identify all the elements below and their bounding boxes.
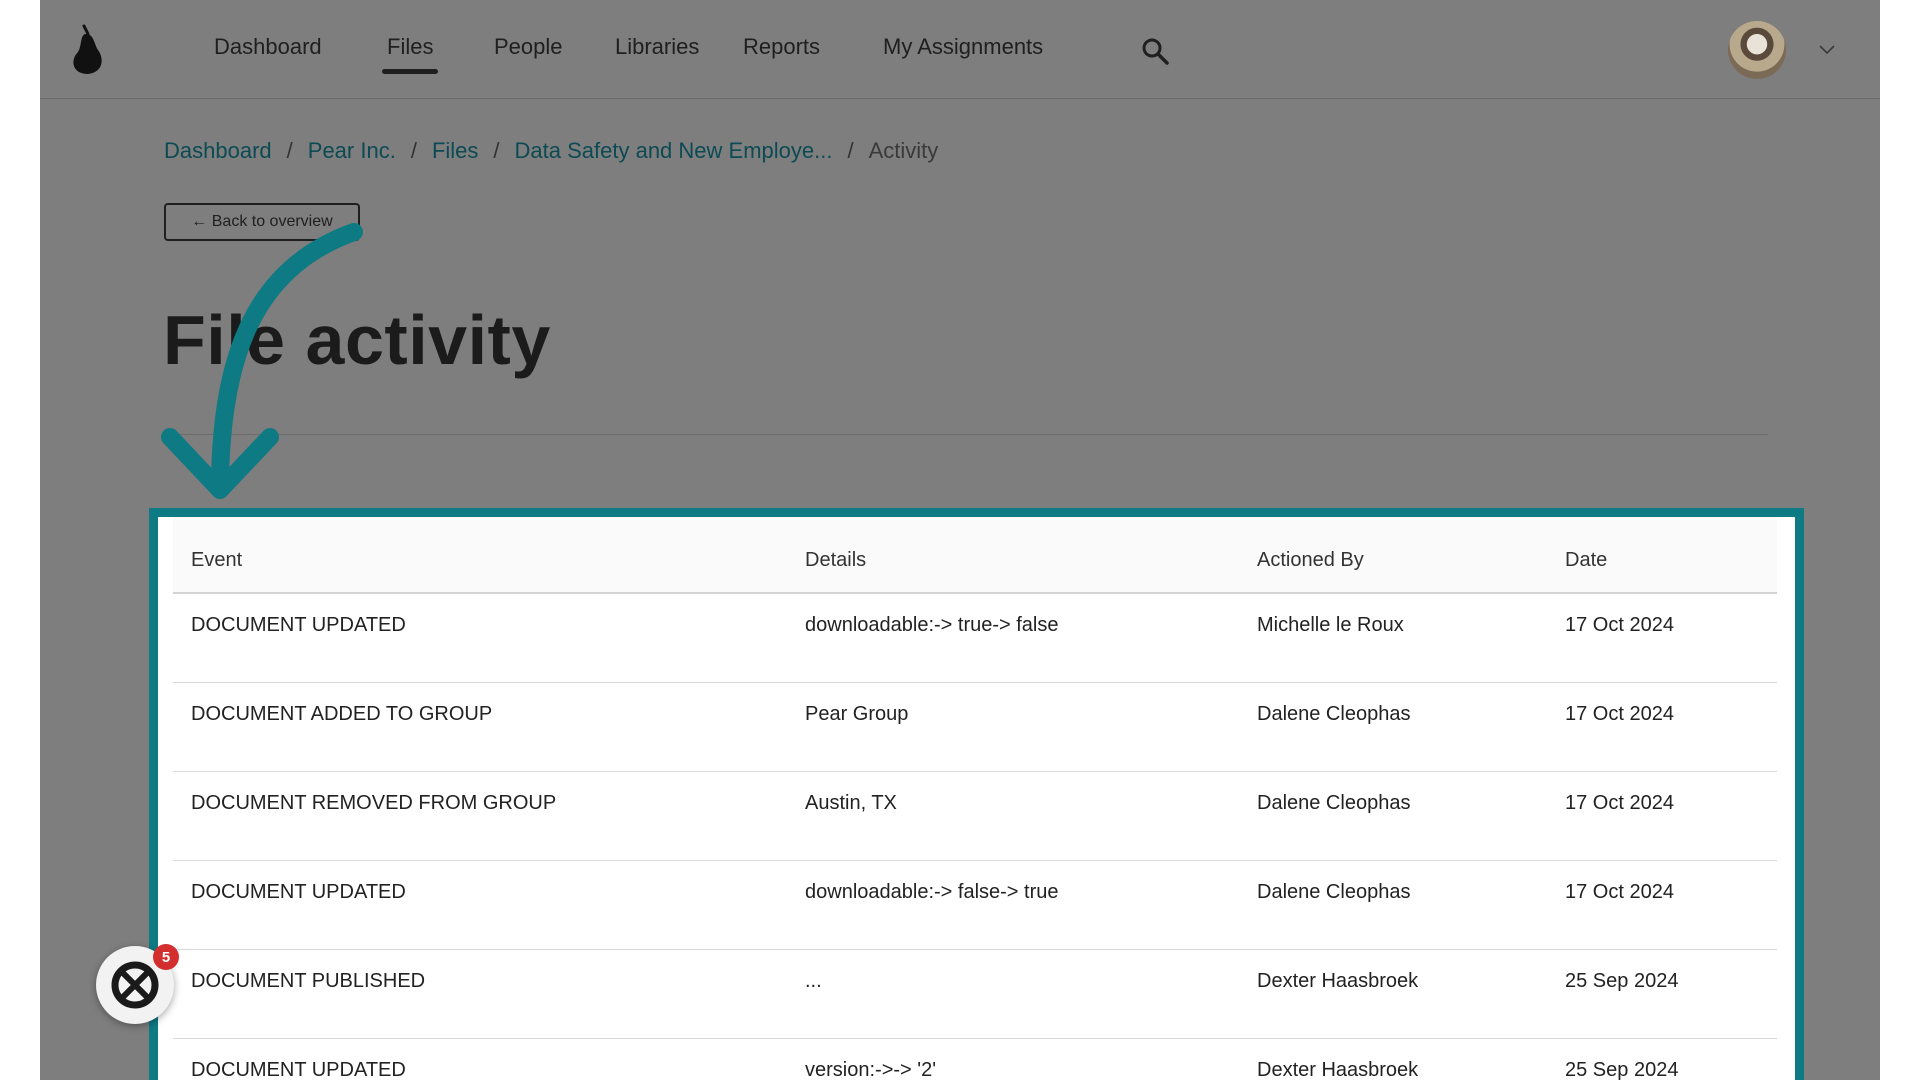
search-icon[interactable] bbox=[1140, 36, 1170, 66]
breadcrumb-dashboard[interactable]: Dashboard bbox=[164, 138, 272, 164]
cell-event: DOCUMENT PUBLISHED bbox=[191, 970, 426, 992]
nav-libraries[interactable]: Libraries bbox=[615, 34, 699, 60]
breadcrumb-current: Activity bbox=[868, 138, 939, 163]
breadcrumb-document[interactable]: Data Safety and New Employe... bbox=[515, 138, 833, 164]
notification-badge: 5 bbox=[153, 944, 179, 970]
cell-event: DOCUMENT REMOVED FROM GROUP bbox=[191, 792, 557, 814]
nav-files[interactable]: Files bbox=[381, 34, 439, 74]
nav-dashboard[interactable]: Dashboard bbox=[214, 34, 322, 60]
cell-event: DOCUMENT UPDATED bbox=[191, 881, 406, 903]
cell-details: version:->-> '2' bbox=[805, 1059, 937, 1080]
cell-date: 25 Sep 2024 bbox=[1565, 1059, 1679, 1080]
app-frame: Dashboard Files People Libraries Reports… bbox=[40, 0, 1880, 1080]
table-row: DOCUMENT ADDED TO GROUP Pear Group Dalen… bbox=[173, 683, 1777, 772]
back-to-overview-button[interactable]: ← Back to overview bbox=[164, 203, 360, 241]
header-details: Details bbox=[805, 549, 867, 571]
header-date: Date bbox=[1565, 549, 1608, 571]
cell-actioned-by: Michelle le Roux bbox=[1257, 614, 1404, 636]
breadcrumb-files[interactable]: Files bbox=[432, 138, 478, 164]
cell-actioned-by: Dalene Cleophas bbox=[1257, 703, 1411, 725]
activity-table: Event Details Actioned By Date DOCUMENT … bbox=[149, 508, 1804, 1080]
table-row: DOCUMENT UPDATED downloadable:-> false->… bbox=[173, 861, 1777, 950]
breadcrumb-separator: / bbox=[847, 138, 854, 163]
table-row: DOCUMENT UPDATED downloadable:-> true-> … bbox=[173, 594, 1777, 683]
cell-event: DOCUMENT UPDATED bbox=[191, 1059, 406, 1080]
cell-event: DOCUMENT ADDED TO GROUP bbox=[191, 703, 493, 725]
cell-date: 17 Oct 2024 bbox=[1565, 614, 1674, 636]
chevron-down-icon[interactable] bbox=[1816, 38, 1838, 60]
divider bbox=[164, 434, 1768, 435]
breadcrumb-separator: / bbox=[286, 138, 293, 163]
table-row: DOCUMENT PUBLISHED ... Dexter Haasbroek … bbox=[173, 950, 1777, 1039]
cell-date: 25 Sep 2024 bbox=[1565, 970, 1679, 992]
cell-date: 17 Oct 2024 bbox=[1565, 881, 1674, 903]
cell-details: downloadable:-> true-> false bbox=[805, 614, 1059, 636]
breadcrumb-separator: / bbox=[493, 138, 500, 163]
nav-reports[interactable]: Reports bbox=[743, 34, 820, 60]
cell-actioned-by: Dalene Cleophas bbox=[1257, 881, 1411, 903]
cell-event: DOCUMENT UPDATED bbox=[191, 614, 406, 636]
cell-date: 17 Oct 2024 bbox=[1565, 703, 1674, 725]
breadcrumb-separator: / bbox=[410, 138, 417, 163]
breadcrumb-pear-inc[interactable]: Pear Inc. bbox=[308, 138, 396, 164]
user-avatar[interactable] bbox=[1728, 21, 1786, 79]
header-actioned-by: Actioned By bbox=[1257, 549, 1364, 571]
cell-date: 17 Oct 2024 bbox=[1565, 792, 1674, 814]
cell-details: downloadable:-> false-> true bbox=[805, 881, 1059, 903]
cell-actioned-by: Dexter Haasbroek bbox=[1257, 1059, 1419, 1080]
cell-details: Austin, TX bbox=[805, 792, 897, 814]
table-header: Event Details Actioned By Date bbox=[173, 517, 1777, 594]
page-title: File activity bbox=[163, 301, 551, 379]
cell-actioned-by: Dexter Haasbroek bbox=[1257, 970, 1419, 992]
cell-details: Pear Group bbox=[805, 703, 909, 725]
cell-actioned-by: Dalene Cleophas bbox=[1257, 792, 1411, 814]
header-event: Event bbox=[191, 549, 243, 571]
breadcrumb: Dashboard / Pear Inc. / Files / Data Saf… bbox=[164, 138, 938, 164]
cell-details: ... bbox=[805, 970, 822, 992]
nav-my-assignments[interactable]: My Assignments bbox=[883, 34, 1043, 60]
nav-people[interactable]: People bbox=[494, 34, 563, 60]
pear-logo-icon[interactable] bbox=[64, 22, 110, 76]
top-navigation: Dashboard Files People Libraries Reports… bbox=[40, 0, 1880, 99]
table-row: DOCUMENT UPDATED version:->-> '2' Dexter… bbox=[173, 1039, 1777, 1080]
table-row: DOCUMENT REMOVED FROM GROUP Austin, TX D… bbox=[173, 772, 1777, 861]
